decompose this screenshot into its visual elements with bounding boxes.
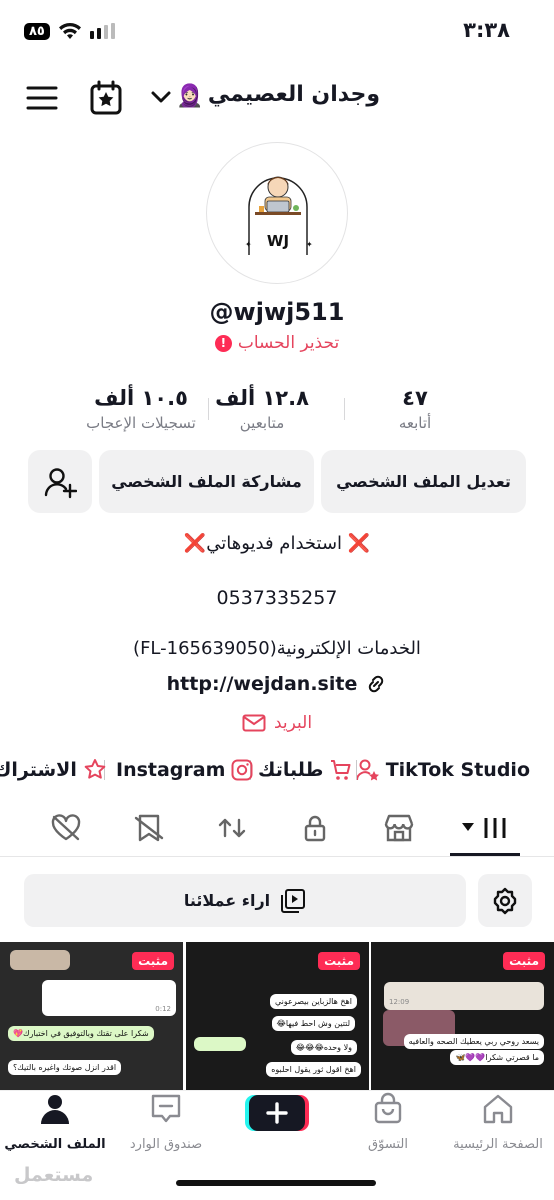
chat-bubble: ولا وحده😂😂😂 xyxy=(290,1040,357,1055)
name-emoji: 🧕🏻 xyxy=(176,84,204,109)
signal-icon xyxy=(89,23,115,39)
chevron-down-icon[interactable] xyxy=(148,86,174,108)
account-warning[interactable]: تحذير الحساب ! xyxy=(0,333,554,353)
star-badge-icon xyxy=(84,759,106,779)
shortcut-orders-label: طلباتك xyxy=(258,759,324,781)
sort-settings-button[interactable] xyxy=(478,874,532,927)
video-collection-icon xyxy=(281,888,306,913)
voice-note-bubble: 0:12 xyxy=(42,980,176,1016)
nav-shop-label: التسوّق xyxy=(368,1137,408,1152)
bio-line: ❌ استخدام فديوهاتي❌ xyxy=(183,533,371,554)
pinned-badge: مثبت xyxy=(503,952,545,970)
repost-tab-icon[interactable] xyxy=(215,812,249,844)
caret-down-icon[interactable] xyxy=(461,822,475,832)
chat-bubble: اهخ اقول ثور يقول احلبوه xyxy=(266,1062,361,1077)
watermark: مستعمل xyxy=(14,1164,94,1186)
link-icon xyxy=(369,675,384,693)
chat-bubble: 12:09 xyxy=(384,982,544,1010)
warning-icon: ! xyxy=(214,334,232,352)
chat-bubble: اهخ هالزباين بيصرعوني xyxy=(270,994,357,1009)
mail-icon xyxy=(242,714,266,732)
profile-shortcuts: TikTok Studio طلباتك Instagram الاشتراك xyxy=(0,756,554,784)
shortcut-orders[interactable]: طلباتك xyxy=(258,756,353,784)
bio-phone: 0537335257 xyxy=(216,587,338,609)
avatar-initials: WJ xyxy=(267,232,289,250)
chat-bubble xyxy=(194,1037,246,1051)
video-thumbnail[interactable]: 12:09 يسعد روحي ربي يعطيك الصحه والعافيه… xyxy=(371,942,554,1090)
shortcut-instagram[interactable]: Instagram xyxy=(116,756,253,784)
chat-bubble: ما قصرتي شكرا💜💜🦋 xyxy=(450,1050,544,1065)
nav-home-label: الصفحة الرئيسية xyxy=(453,1137,543,1152)
pinned-badge: مثبت xyxy=(132,952,174,970)
videos-grid-icon[interactable] xyxy=(477,812,511,844)
chat-bubble: شكرا على تقتك وبالتوفيق في اختبارك💖 xyxy=(8,1026,154,1041)
chat-bubble: لتتين وش احط فيها😂 xyxy=(271,1016,355,1031)
status-time: ٣:٣٨ xyxy=(463,18,510,42)
liked-tab-icon[interactable] xyxy=(49,812,83,844)
add-user-icon xyxy=(44,467,77,498)
shortcut-tiktok-studio-label: TikTok Studio xyxy=(385,759,530,781)
nav-inbox-label: صندوق الوارد xyxy=(129,1137,203,1152)
pinned-badge: مثبت xyxy=(318,952,360,970)
shortcut-instagram-label: Instagram xyxy=(116,759,226,781)
bio-link[interactable]: http://wejdan.site xyxy=(0,673,554,695)
shop-bag-icon xyxy=(374,1092,402,1124)
shortcut-tiktok-studio[interactable]: TikTok Studio xyxy=(355,756,530,784)
video-thumbnail[interactable]: اهخ هالزباين بيصرعوني لتتين وش احط فيها😂… xyxy=(186,942,369,1090)
home-icon xyxy=(483,1094,513,1124)
wifi-icon xyxy=(58,22,81,39)
avatar-illustration: WJ ✦ ✦ xyxy=(245,176,313,255)
profile-avatar[interactable]: WJ ✦ ✦ xyxy=(206,142,348,284)
shortcut-subscription-label: الاشتراك xyxy=(0,759,77,781)
svg-text:✦: ✦ xyxy=(306,240,313,249)
svg-text:✦: ✦ xyxy=(245,240,252,249)
stat-following[interactable]: ٤٧ أتابعه xyxy=(340,386,490,432)
cart-icon xyxy=(331,760,351,780)
email-link[interactable]: البريد xyxy=(0,713,554,733)
stat-likes[interactable]: ١٠.٥ ألف تسجيلات الإعجاب xyxy=(66,386,216,432)
profile-display-name[interactable]: وجدان العصيمي xyxy=(208,82,380,107)
stat-divider xyxy=(344,398,345,420)
nav-profile-label: الملف الشخصي xyxy=(4,1137,106,1152)
calendar-star-icon[interactable] xyxy=(88,80,124,116)
create-button[interactable] xyxy=(245,1093,309,1133)
shop-tab-icon[interactable] xyxy=(382,812,416,844)
nav-profile[interactable]: الملف الشخصي xyxy=(0,1091,110,1152)
nav-home[interactable]: الصفحة الرئيسية xyxy=(443,1091,553,1152)
stat-following-label: أتابعه xyxy=(398,414,432,432)
stat-following-value: ٤٧ xyxy=(402,386,428,410)
bio-services: الخدمات الإلكترونية(FL-165639050) xyxy=(133,638,421,659)
chat-bubble: اقدر انزل صوتك واغيره بالتيك؟ xyxy=(8,1060,122,1075)
chat-bubble: يسعد روحي ربي يعطيك الصحه والعافيه xyxy=(403,1034,544,1049)
status-indicators: ٨٥ xyxy=(24,22,116,40)
image-bubble xyxy=(10,950,70,970)
battery-badge: ٨٥ xyxy=(24,22,50,40)
account-warning-label: تحذير الحساب xyxy=(237,333,340,353)
home-indicator xyxy=(176,1180,376,1186)
stat-likes-label: تسجيلات الإعجاب xyxy=(86,414,196,432)
share-profile-button[interactable]: مشاركة الملف الشخصي xyxy=(99,450,314,513)
nav-inbox[interactable]: صندوق الوارد xyxy=(111,1091,221,1152)
instagram-icon xyxy=(231,759,253,781)
shortcut-subscription[interactable]: الاشتراك xyxy=(0,756,107,784)
gear-icon xyxy=(493,887,517,914)
inbox-icon xyxy=(151,1094,181,1123)
nav-shop[interactable]: التسوّق xyxy=(333,1091,443,1152)
add-friend-button[interactable] xyxy=(28,450,92,513)
edit-profile-button[interactable]: تعديل الملف الشخصي xyxy=(321,450,526,513)
shortcut-divider xyxy=(356,760,357,780)
bio-link-text: http://wejdan.site xyxy=(166,673,358,695)
collection-chip[interactable]: اراء عملائنا xyxy=(24,874,466,927)
profile-icon xyxy=(41,1095,69,1124)
video-thumbnail[interactable]: 0:12 شكرا على تقتك وبالتوفيق في اختبارك💖… xyxy=(0,942,183,1090)
saved-tab-icon[interactable] xyxy=(132,812,166,844)
username: @wjwj511 xyxy=(209,298,345,326)
stat-likes-value: ١٠.٥ ألف xyxy=(94,386,188,410)
email-label: البريد xyxy=(273,713,313,733)
menu-icon[interactable] xyxy=(26,84,58,112)
tab-divider xyxy=(0,856,554,857)
collection-chip-label: اراء عملائنا xyxy=(183,891,271,910)
lock-tab-icon[interactable] xyxy=(298,812,332,844)
user-star-icon xyxy=(355,759,379,781)
